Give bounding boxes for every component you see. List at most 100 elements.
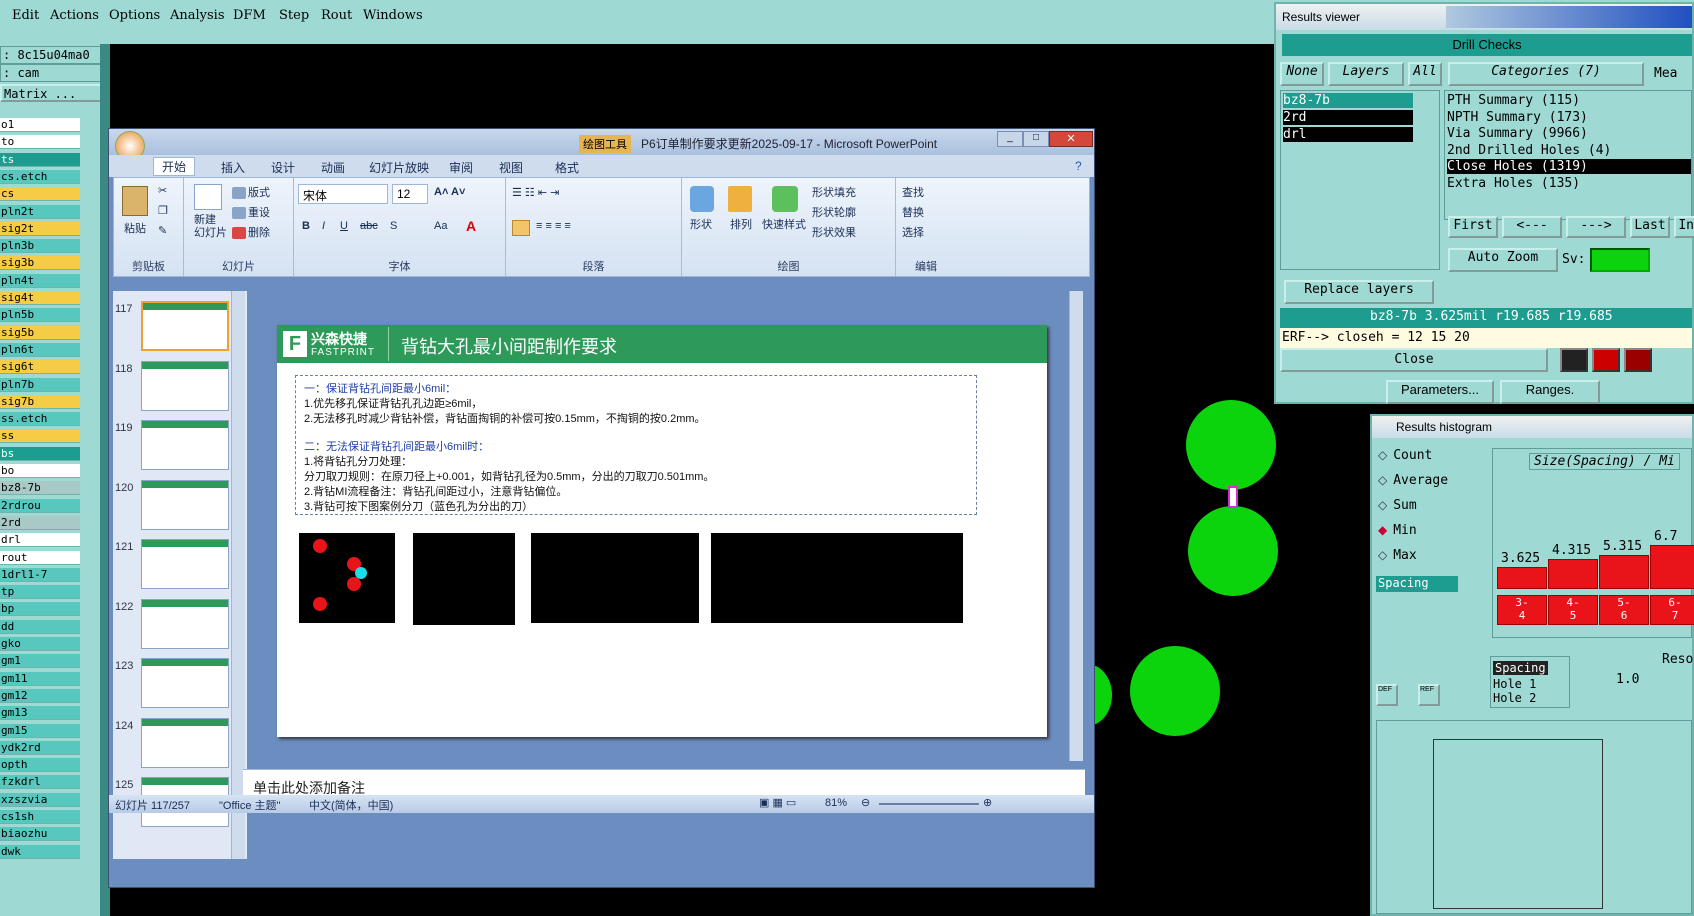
- layer-row[interactable]: o1: [0, 118, 80, 132]
- layer-row[interactable]: cs1sh: [0, 810, 80, 824]
- font-size-select[interactable]: 12: [392, 184, 428, 204]
- layer-row[interactable]: gm15: [0, 723, 80, 738]
- hole-item[interactable]: Hole 1: [1493, 677, 1536, 691]
- bullets-icon[interactable]: ☰ ☷ ⇤ ⇥: [512, 186, 559, 199]
- slide-thumbnail[interactable]: [141, 360, 229, 411]
- none-button[interactable]: None: [1280, 62, 1324, 86]
- layer-row[interactable]: bp: [0, 602, 80, 617]
- layer-row[interactable]: drl: [0, 533, 80, 548]
- layer-row[interactable]: pln7b: [0, 377, 80, 392]
- layer-row[interactable]: gm1: [0, 654, 80, 669]
- menu-options[interactable]: Options: [109, 8, 160, 23]
- strikethrough-icon[interactable]: abc: [360, 220, 378, 232]
- nav-button[interactable]: First: [1448, 216, 1498, 238]
- tool-icon-2[interactable]: [1592, 348, 1620, 372]
- layer-row[interactable]: sig5b: [0, 325, 80, 340]
- spacing-item[interactable]: Spacing: [1376, 576, 1458, 592]
- rv-category-item[interactable]: Extra Holes (135): [1447, 176, 1691, 191]
- layer-row[interactable]: sig6t: [0, 360, 80, 375]
- menu-actions[interactable]: Actions: [50, 8, 99, 23]
- quick-style-button[interactable]: 快速样式: [762, 216, 806, 232]
- rv-category-item[interactable]: Close Holes (1319): [1447, 159, 1691, 174]
- font-color-icon[interactable]: A: [466, 218, 476, 234]
- slide-thumbnail[interactable]: [141, 479, 229, 530]
- layer-row[interactable]: tp: [0, 585, 80, 600]
- layer-row[interactable]: ss.etch: [0, 412, 80, 427]
- hole-item[interactable]: Hole 2: [1493, 691, 1536, 705]
- rv-layer-item[interactable]: 2rd: [1283, 110, 1413, 125]
- menu-dfm[interactable]: DFM: [233, 8, 266, 23]
- view-buttons[interactable]: ▣ ▦ ▭: [759, 796, 796, 809]
- slide-thumbnail[interactable]: [141, 658, 229, 708]
- layer-row[interactable]: cs.etch: [0, 169, 80, 184]
- slide-thumbnail[interactable]: [141, 539, 229, 589]
- layer-row[interactable]: 2rdrou: [0, 498, 80, 513]
- hist-option[interactable]: ◇ Sum: [1378, 498, 1417, 513]
- layer-row[interactable]: xzszvia: [0, 792, 80, 807]
- ref-button[interactable]: REF: [1418, 684, 1440, 706]
- layer-row[interactable]: ts: [0, 152, 80, 167]
- layer-row[interactable]: pln5b: [0, 308, 80, 323]
- layer-row[interactable]: cs: [0, 187, 80, 202]
- bold-icon[interactable]: B: [302, 220, 310, 232]
- layer-row[interactable]: rout: [0, 550, 80, 565]
- help-icon[interactable]: ?: [1075, 159, 1082, 173]
- tab-animation[interactable]: 动画: [321, 159, 345, 176]
- layer-row[interactable]: pln2t: [0, 204, 80, 219]
- layout-button[interactable]: 版式: [232, 184, 270, 200]
- nav-button[interactable]: Last: [1630, 216, 1670, 238]
- find-button[interactable]: 查找: [902, 184, 924, 200]
- layer-row[interactable]: gm11: [0, 671, 80, 686]
- layer-row[interactable]: 1drl1-7: [0, 567, 80, 582]
- layer-row[interactable]: sig7b: [0, 394, 80, 409]
- hist-bar[interactable]: [1599, 555, 1649, 589]
- hist-option[interactable]: ◇ Count: [1378, 448, 1432, 463]
- close-button[interactable]: Close: [1280, 348, 1548, 372]
- rv-category-item[interactable]: PTH Summary (115): [1447, 93, 1691, 108]
- rv-category-item[interactable]: NPTH Summary (173): [1447, 110, 1691, 125]
- layer-row[interactable]: sig3b: [0, 256, 80, 271]
- hist-bar[interactable]: [1497, 567, 1547, 589]
- layer-row[interactable]: sig2t: [0, 221, 80, 236]
- layer-row[interactable]: pln6t: [0, 342, 80, 357]
- tool-icon-1[interactable]: [1560, 348, 1588, 372]
- delete-button[interactable]: 删除: [232, 224, 270, 240]
- shape-button[interactable]: 形状: [690, 216, 712, 232]
- sv-color-select[interactable]: [1590, 248, 1650, 272]
- layer-row[interactable]: dd: [0, 619, 80, 634]
- layers-button[interactable]: Layers: [1328, 62, 1404, 86]
- tool-icon-3[interactable]: [1624, 348, 1652, 372]
- categories-button[interactable]: Categories (7): [1448, 62, 1644, 86]
- zoom-slider[interactable]: [879, 803, 979, 805]
- auto-zoom-select[interactable]: Auto Zoom: [1448, 248, 1558, 272]
- layer-row[interactable]: ss: [0, 429, 80, 444]
- italic-icon[interactable]: I: [322, 220, 325, 232]
- menu-rout[interactable]: Rout: [321, 8, 352, 23]
- nav-button[interactable]: --->: [1566, 216, 1626, 238]
- slide-thumbnail[interactable]: [141, 420, 229, 470]
- zoom-out-icon[interactable]: ⊖: [861, 796, 870, 809]
- layer-row[interactable]: pln3b: [0, 239, 80, 254]
- zoom-in-icon[interactable]: ⊕: [983, 796, 992, 809]
- slide-thumbnail[interactable]: [141, 717, 229, 768]
- cut-icon[interactable]: ✂: [158, 184, 167, 197]
- parameters-button[interactable]: Parameters...: [1386, 380, 1494, 404]
- slide-title[interactable]: 背钻大孔最小间距制作要求: [401, 333, 617, 359]
- text-box[interactable]: 一：保证背钻孔间距最小6mil： 1.优先移孔保证背钻孔孔边距≥6mil， 2.…: [295, 375, 977, 515]
- menu-windows[interactable]: Windows: [363, 8, 423, 23]
- menu-step[interactable]: Step: [279, 8, 309, 23]
- slide-scrollbar[interactable]: [1069, 291, 1083, 761]
- layer-row[interactable]: 2rd: [0, 515, 80, 530]
- shape-fill-button[interactable]: 形状填充: [812, 184, 856, 200]
- layer-row[interactable]: sig4t: [0, 291, 80, 305]
- select-button[interactable]: 选择: [902, 224, 924, 240]
- copy-icon[interactable]: ❐: [158, 204, 168, 217]
- all-button[interactable]: All: [1408, 62, 1442, 86]
- layer-row[interactable]: to: [0, 135, 80, 150]
- menu-edit[interactable]: Edit: [12, 8, 39, 23]
- nav-button[interactable]: <---: [1502, 216, 1562, 238]
- tab-insert[interactable]: 插入: [221, 159, 245, 176]
- hist-bar[interactable]: [1548, 559, 1598, 589]
- layer-row[interactable]: bs: [0, 446, 80, 461]
- def-button[interactable]: DEF: [1376, 684, 1398, 706]
